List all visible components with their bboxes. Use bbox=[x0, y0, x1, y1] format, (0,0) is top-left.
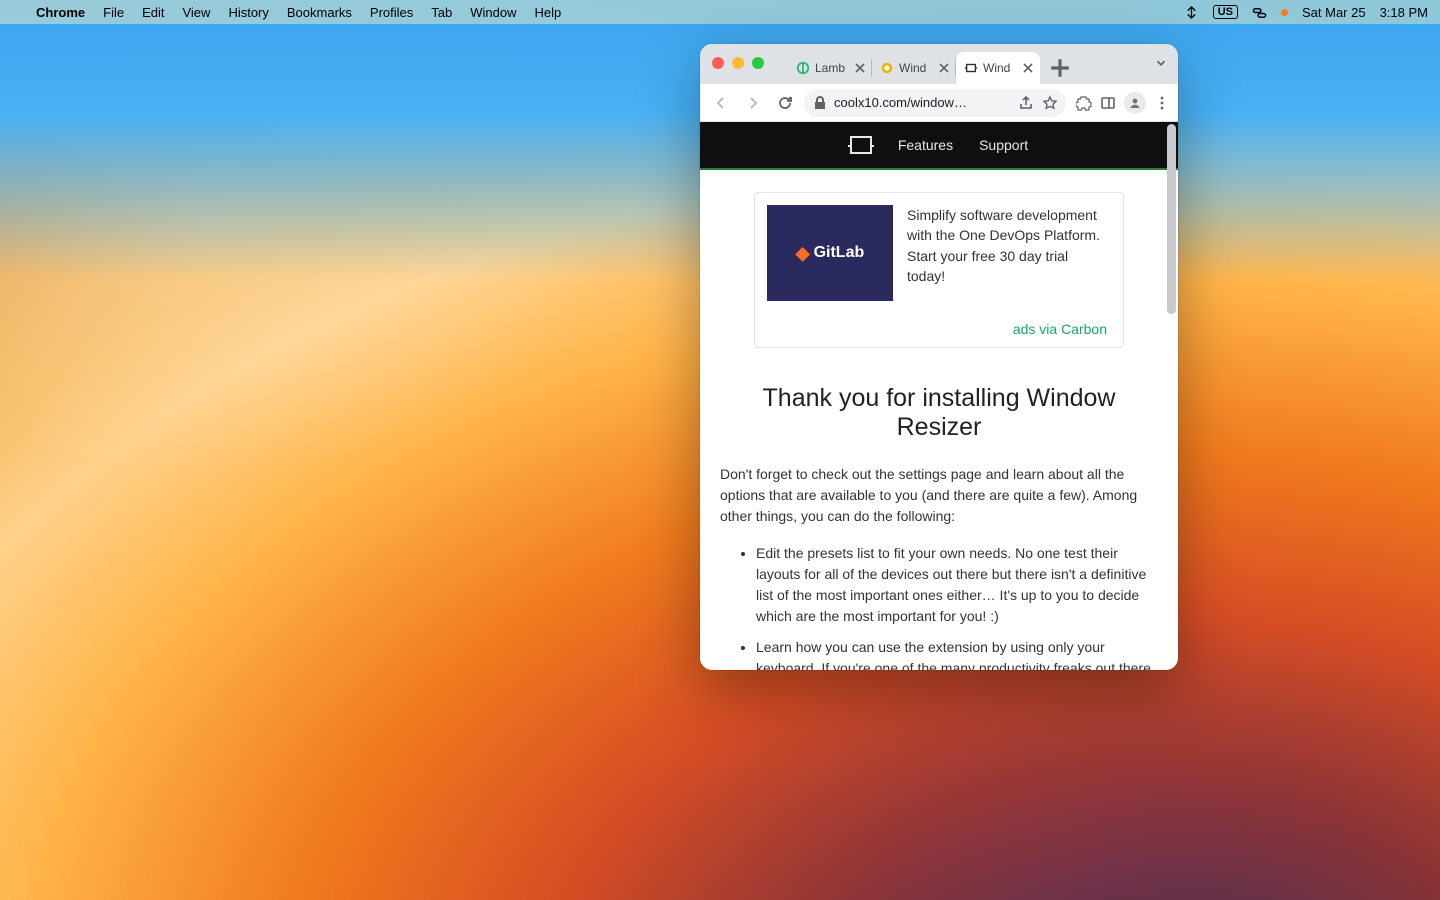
menubar-item-tab[interactable]: Tab bbox=[431, 5, 452, 20]
menubar-item-window[interactable]: Window bbox=[470, 5, 516, 20]
menubar-item-history[interactable]: History bbox=[228, 5, 268, 20]
menubar-date[interactable]: Sat Mar 25 bbox=[1302, 5, 1366, 20]
control-center-icon[interactable] bbox=[1252, 5, 1267, 20]
lock-icon bbox=[812, 95, 828, 111]
nav-link-features[interactable]: Features bbox=[898, 137, 953, 153]
tab-title: Wind bbox=[899, 61, 933, 75]
status-recording-dot-icon bbox=[1281, 9, 1288, 16]
omnibox-url: coolx10.com/window… bbox=[834, 95, 1012, 110]
menubar-time[interactable]: 3:18 PM bbox=[1380, 5, 1428, 20]
carbon-ad-card[interactable]: ◆ GitLab Simplify software development w… bbox=[754, 192, 1124, 348]
tab-close-icon[interactable] bbox=[1022, 62, 1034, 74]
chrome-window: Lamb Wind Wind bbox=[700, 44, 1178, 670]
new-tab-button[interactable] bbox=[1046, 54, 1074, 82]
omnibox[interactable]: coolx10.com/window… bbox=[804, 89, 1066, 117]
tab-favicon-icon bbox=[880, 61, 894, 75]
sidepanel-icon[interactable] bbox=[1100, 95, 1116, 111]
window-zoom-button[interactable] bbox=[752, 57, 764, 69]
menubar-item-help[interactable]: Help bbox=[535, 5, 562, 20]
feature-bullet-list: Edit the presets list to fit your own ne… bbox=[720, 543, 1158, 670]
macos-menubar: Chrome File Edit View History Bookmarks … bbox=[0, 0, 1440, 24]
scrollbar-thumb[interactable] bbox=[1167, 124, 1176, 314]
nav-back-button[interactable] bbox=[708, 90, 734, 116]
profile-avatar-icon[interactable] bbox=[1124, 92, 1146, 114]
site-navbar: Features Support bbox=[700, 122, 1178, 170]
page-viewport: Features Support ◆ GitLab Simplify softw… bbox=[700, 122, 1178, 670]
tab-close-icon[interactable] bbox=[938, 62, 950, 74]
nav-reload-button[interactable] bbox=[772, 90, 798, 116]
nav-forward-button[interactable] bbox=[740, 90, 766, 116]
site-logo-icon[interactable] bbox=[850, 136, 872, 154]
list-item: Learn how you can use the extension by u… bbox=[756, 637, 1158, 670]
tab-title: Wind bbox=[983, 61, 1017, 75]
ad-brand-label: GitLab bbox=[814, 244, 865, 262]
tab-close-icon[interactable] bbox=[854, 62, 866, 74]
page-heading: Thank you for installing Window Resizer bbox=[720, 384, 1158, 442]
list-item: Edit the presets list to fit your own ne… bbox=[756, 543, 1158, 627]
gitlab-logo-icon: ◆ bbox=[796, 243, 810, 264]
ad-via-link[interactable]: ads via Carbon bbox=[767, 321, 1107, 337]
status-network-icon[interactable] bbox=[1184, 5, 1199, 20]
page-scrollbar[interactable] bbox=[1167, 124, 1176, 668]
ad-logo-gitlab: ◆ GitLab bbox=[767, 205, 893, 301]
browser-tab[interactable]: Wind bbox=[872, 52, 956, 84]
tab-title: Lamb bbox=[815, 61, 849, 75]
menubar-item-file[interactable]: File bbox=[103, 5, 124, 20]
tab-search-dropdown-icon[interactable] bbox=[1154, 56, 1168, 75]
chrome-tabstrip: Lamb Wind Wind bbox=[700, 44, 1178, 84]
menubar-item-bookmarks[interactable]: Bookmarks bbox=[287, 5, 352, 20]
menubar-item-view[interactable]: View bbox=[182, 5, 210, 20]
bookmark-star-icon[interactable] bbox=[1042, 95, 1058, 111]
chrome-toolbar: coolx10.com/window… bbox=[700, 84, 1178, 122]
nav-link-support[interactable]: Support bbox=[979, 137, 1028, 153]
menubar-item-edit[interactable]: Edit bbox=[142, 5, 164, 20]
tab-favicon-icon bbox=[796, 61, 810, 75]
window-minimize-button[interactable] bbox=[732, 57, 744, 69]
chrome-menu-icon[interactable] bbox=[1154, 95, 1170, 111]
page-lead-text: Don't forget to check out the settings p… bbox=[720, 464, 1158, 527]
browser-tab-active[interactable]: Wind bbox=[956, 52, 1040, 84]
share-icon[interactable] bbox=[1018, 95, 1034, 111]
input-source-indicator[interactable]: US bbox=[1213, 5, 1238, 19]
window-controls bbox=[712, 57, 764, 69]
menubar-app-name[interactable]: Chrome bbox=[36, 5, 85, 20]
menubar-item-profiles[interactable]: Profiles bbox=[370, 5, 413, 20]
extensions-icon[interactable] bbox=[1076, 95, 1092, 111]
window-close-button[interactable] bbox=[712, 57, 724, 69]
browser-tab[interactable]: Lamb bbox=[788, 52, 872, 84]
tab-favicon-resizer-icon bbox=[964, 61, 978, 75]
ad-copy-text: Simplify software development with the O… bbox=[907, 205, 1107, 301]
